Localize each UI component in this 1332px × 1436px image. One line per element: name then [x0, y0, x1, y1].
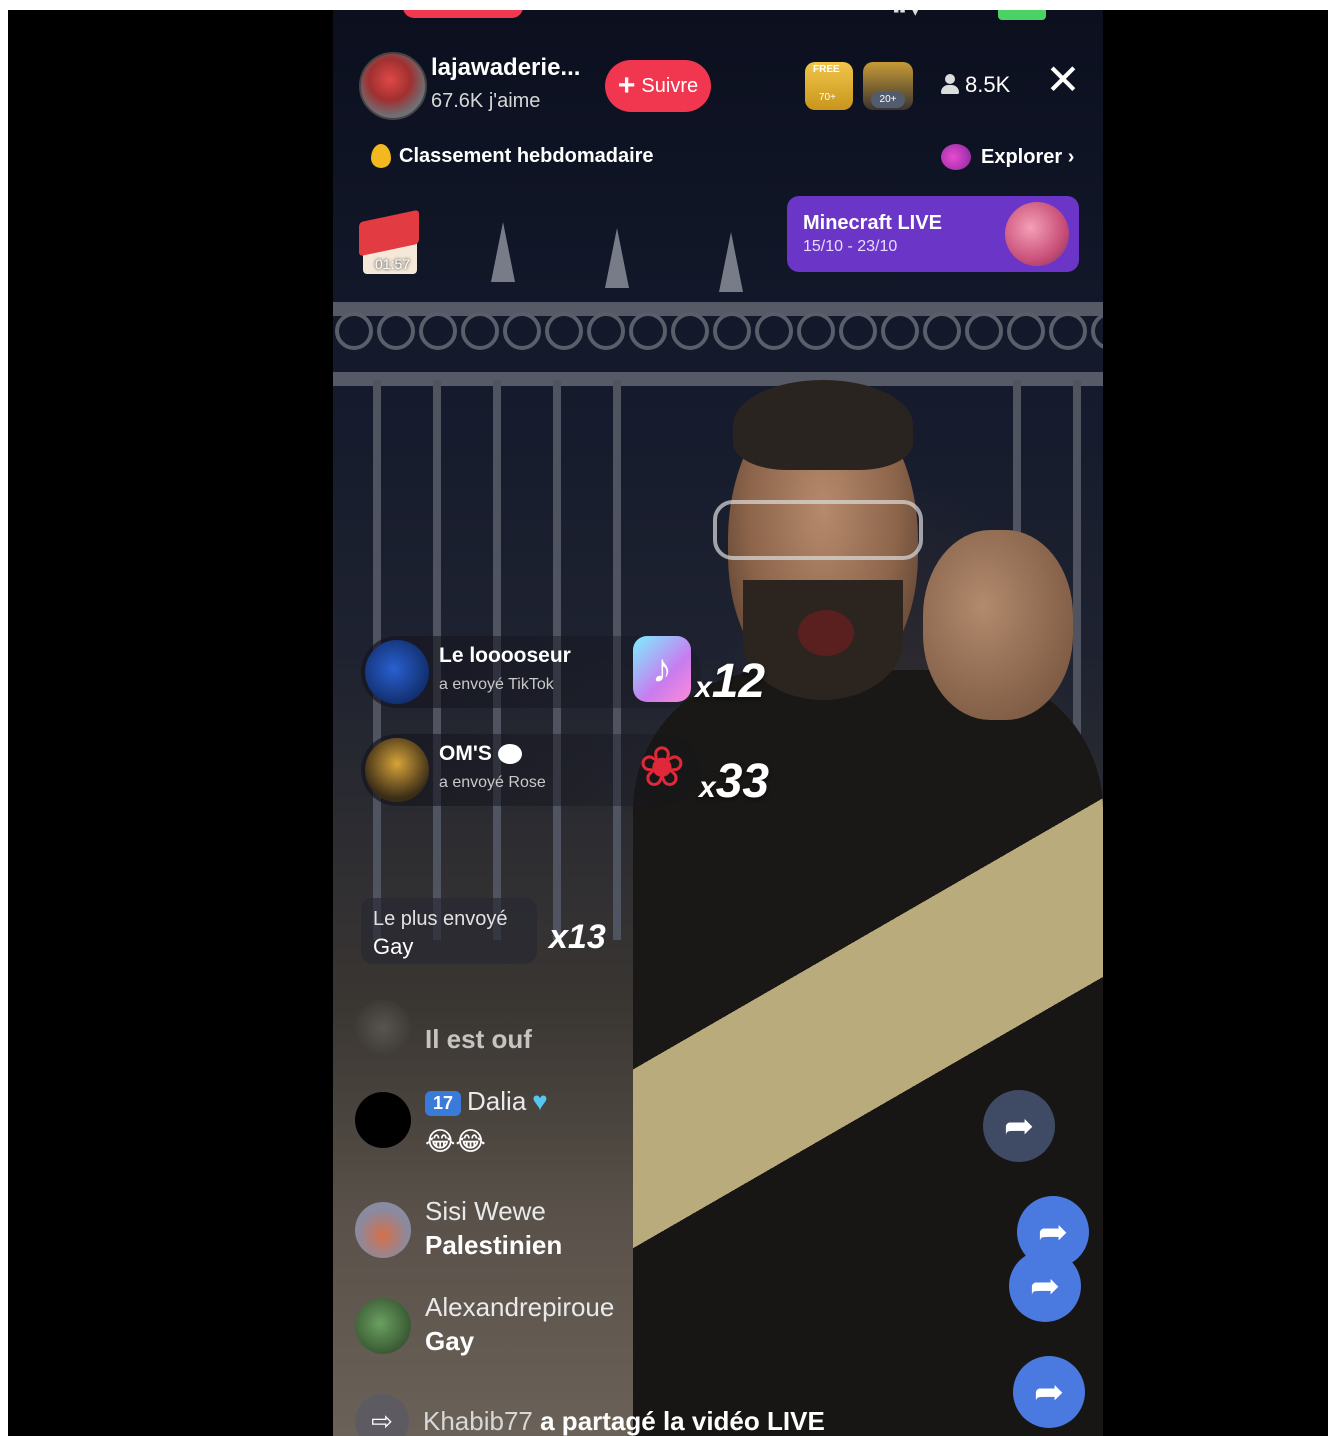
promo-title: Minecraft LIVE	[803, 212, 942, 234]
promo-dates: 15/10 - 23/10	[803, 238, 898, 255]
most-sent-multiplier: x13	[549, 918, 606, 956]
free-gift-badge[interactable]: FREE 70+	[805, 62, 853, 110]
level-badge: 17	[425, 1090, 462, 1116]
person-icon	[941, 74, 959, 96]
share-text: a partagé la vidéo LIVE	[540, 1405, 825, 1436]
badge-count: 70+	[819, 92, 836, 103]
streamer-fist	[923, 530, 1073, 720]
comment-text: Gay	[425, 1326, 475, 1356]
share-arrow-icon[interactable]: ➦	[1013, 1356, 1085, 1428]
commenter-name: Alexandrepiroue	[425, 1292, 615, 1322]
gifter-avatar[interactable]	[365, 738, 429, 802]
rose-gift-icon: ❀	[638, 735, 686, 798]
signal-icon: ▪▪ ▾	[893, 10, 920, 20]
host-avatar[interactable]	[359, 52, 427, 120]
most-sent-card: Le plus envoyé Gay	[361, 898, 537, 964]
drop-icon	[371, 144, 391, 168]
gifter-name-text: OM'S	[439, 742, 492, 765]
gift-banner: OM'S a envoyé Rose ❀	[361, 734, 701, 806]
planet-icon	[941, 144, 971, 170]
commenter-avatar[interactable]	[355, 1000, 411, 1056]
gift-banner: Le looooseur a envoyé TikTok ♪	[361, 636, 701, 708]
host-likes: 67.6K j'aime	[431, 90, 541, 112]
commenter-name-text: Dalia	[467, 1086, 527, 1116]
share-arrow-icon[interactable]: ➦	[1009, 1250, 1081, 1322]
top-gifter-badge[interactable]: 20+	[863, 62, 913, 110]
multiplier-value: 33	[715, 755, 770, 808]
explore-link[interactable]: Explorer ›	[941, 144, 1074, 170]
fence-spike	[719, 232, 743, 292]
gift-multiplier: x12	[695, 654, 765, 709]
streamer-hair	[733, 380, 913, 470]
host-name[interactable]: lajawaderie...	[431, 54, 580, 82]
multiplier-x: x	[699, 771, 716, 804]
share-icon: ⇨	[355, 1394, 409, 1436]
video-frame: ▪▪ ▾ lajawaderie... 67.6K j'aime + Suivr…	[8, 10, 1328, 1436]
comment-text: 😂😂	[425, 1126, 486, 1156]
most-sent-value: Gay	[373, 934, 414, 959]
heart-icon: ♥	[532, 1086, 548, 1116]
most-sent-label: Le plus envoyé	[373, 908, 508, 930]
fence-ornament	[333, 310, 1103, 362]
commenter-avatar[interactable]	[355, 1298, 411, 1354]
comment-text: Palestinien	[425, 1230, 563, 1260]
commenter-avatar[interactable]	[355, 1092, 411, 1148]
fence-spike	[605, 228, 629, 288]
streamer-glasses	[713, 500, 923, 560]
chat-bubble-icon	[497, 744, 522, 765]
live-stream-view: ▪▪ ▾ lajawaderie... 67.6K j'aime + Suivr…	[333, 10, 1103, 1436]
promo-banner[interactable]: Minecraft LIVE 15/10 - 23/10	[787, 196, 1079, 272]
status-recording-pill	[403, 10, 523, 18]
badge-count: 20+	[871, 92, 905, 108]
weekly-ranking-label: Classement hebdomadaire	[399, 144, 654, 167]
share-notification: ⇨ Khabib77 a partagé la vidéo LIVE	[355, 1394, 825, 1436]
commenter-avatar[interactable]	[355, 1202, 411, 1258]
battery-icon	[998, 10, 1046, 20]
badge-label: FREE	[813, 64, 840, 75]
treasure-timer: 01:57	[375, 256, 411, 272]
plus-icon: +	[617, 69, 636, 102]
treasure-box[interactable]: 01:57	[355, 209, 425, 276]
promo-image	[1005, 202, 1069, 266]
weekly-ranking[interactable]: Classement hebdomadaire	[371, 144, 654, 168]
tiktok-gift-icon: ♪	[633, 636, 691, 702]
commenter-name: 17 Dalia ♥	[425, 1086, 548, 1117]
multiplier-x: x	[695, 671, 712, 704]
gifter-avatar[interactable]	[365, 640, 429, 704]
follow-label: Suivre	[641, 74, 699, 97]
sharer-name: Khabib77	[423, 1405, 533, 1436]
close-icon[interactable]: ✕	[1041, 58, 1085, 102]
comment-text: Il est ouf	[425, 1024, 532, 1054]
gifter-name: OM'S	[439, 742, 522, 766]
viewer-count[interactable]: 8.5K	[941, 72, 1010, 98]
streamer-mouth	[798, 610, 854, 656]
viewer-count-value: 8.5K	[965, 72, 1011, 97]
share-arrow-icon[interactable]: ➦	[983, 1090, 1055, 1162]
follow-button[interactable]: + Suivre	[605, 60, 711, 112]
explore-label: Explorer ›	[981, 145, 1075, 168]
fence-spike	[491, 222, 515, 282]
gift-sent-text: a envoyé TikTok	[439, 676, 554, 693]
commenter-name: Sisi Wewe	[425, 1196, 546, 1226]
gifter-name: Le looooseur	[439, 644, 571, 667]
gift-sent-text: a envoyé Rose	[439, 774, 546, 791]
gift-multiplier: x33	[699, 754, 769, 809]
multiplier-value: 12	[711, 655, 766, 708]
